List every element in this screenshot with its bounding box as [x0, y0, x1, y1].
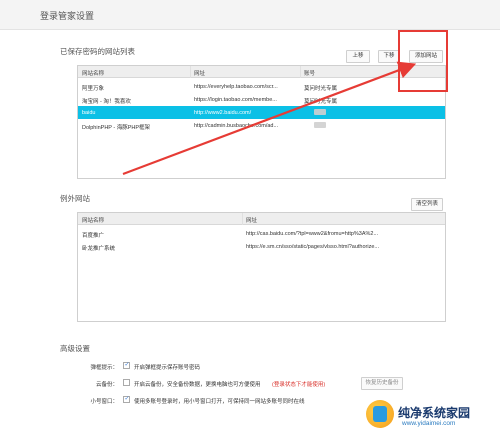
annotation-arrow	[122, 61, 417, 176]
watermark-title: 纯净系统家园	[398, 406, 471, 420]
watermark-url: www.yidaimei.com	[402, 420, 456, 427]
site-watermark: 纯净系统家园 www.yidaimei.com	[362, 398, 500, 437]
watermark-logo-icon	[366, 400, 394, 428]
